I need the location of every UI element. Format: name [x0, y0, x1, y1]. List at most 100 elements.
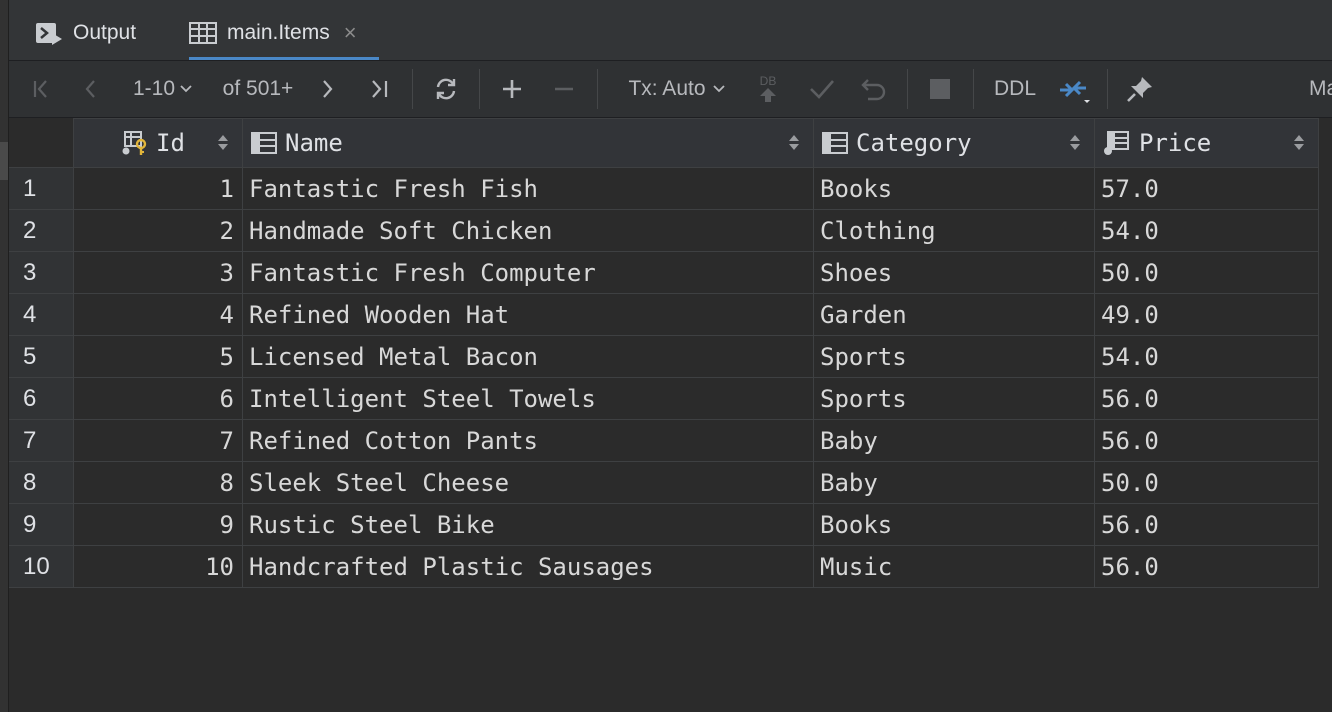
cell-price[interactable]: 56.0: [1094, 545, 1319, 588]
compare-arrows-icon[interactable]: [1057, 61, 1093, 117]
cell-price[interactable]: 50.0: [1094, 251, 1319, 294]
cell-price[interactable]: 54.0: [1094, 335, 1319, 378]
gutter-marker: [0, 142, 8, 180]
sort-icon[interactable]: [1294, 135, 1304, 150]
total-rows-label: of 501+: [222, 77, 294, 100]
cell-name[interactable]: Licensed Metal Bacon: [242, 335, 814, 378]
cell-id[interactable]: 4: [73, 293, 243, 336]
row-number[interactable]: 8: [9, 461, 74, 504]
row-number[interactable]: 1: [9, 167, 74, 210]
cell-category[interactable]: Music: [813, 545, 1095, 588]
previous-page-icon[interactable]: [79, 61, 103, 117]
cell-name[interactable]: Fantastic Fresh Computer: [242, 251, 814, 294]
add-row-icon[interactable]: [497, 61, 527, 117]
cell-name[interactable]: Handcrafted Plastic Sausages: [242, 545, 814, 588]
ddl-button[interactable]: DDL: [989, 61, 1041, 117]
table-row[interactable]: 1 1 Fantastic Fresh Fish Books 57.0: [9, 167, 1319, 210]
db-label: DB: [759, 74, 777, 88]
rollback-icon[interactable]: [859, 61, 889, 117]
cell-name[interactable]: Handmade Soft Chicken: [242, 209, 814, 252]
table-row[interactable]: 5 5 Licensed Metal Bacon Sports 54.0: [9, 335, 1319, 378]
data-toolbar: 1-10 of 501+ Tx: Auto DB DDL M: [9, 61, 1332, 118]
row-number[interactable]: 4: [9, 293, 74, 336]
cell-id[interactable]: 2: [73, 209, 243, 252]
table-row[interactable]: 10 10 Handcrafted Plastic Sausages Music…: [9, 545, 1319, 588]
cell-price[interactable]: 56.0: [1094, 503, 1319, 546]
close-icon[interactable]: ×: [344, 20, 357, 46]
column-header-price[interactable]: Price: [1094, 118, 1319, 168]
cell-name[interactable]: Sleek Steel Cheese: [242, 461, 814, 504]
cell-id[interactable]: 6: [73, 377, 243, 420]
refresh-icon[interactable]: [429, 61, 463, 117]
cell-id[interactable]: 3: [73, 251, 243, 294]
results-table: Id Name Category Price 1 1 Fantastic Fre…: [9, 118, 1319, 588]
cell-name[interactable]: Fantastic Fresh Fish: [242, 167, 814, 210]
cell-category[interactable]: Sports: [813, 377, 1095, 420]
cell-category[interactable]: Shoes: [813, 251, 1095, 294]
column-header-name[interactable]: Name: [242, 118, 814, 168]
tab-main-items[interactable]: main.Items ×: [189, 6, 379, 60]
table-row[interactable]: 6 6 Intelligent Steel Towels Sports 56.0: [9, 377, 1319, 420]
page-size-dropdown[interactable]: 1-10: [127, 61, 199, 117]
last-page-icon[interactable]: [364, 61, 394, 117]
cell-id[interactable]: 5: [73, 335, 243, 378]
sort-icon[interactable]: [218, 135, 228, 150]
cell-category[interactable]: Garden: [813, 293, 1095, 336]
row-number[interactable]: 10: [9, 545, 74, 588]
column-header-id-label: Id: [156, 129, 185, 157]
row-number[interactable]: 3: [9, 251, 74, 294]
cell-name[interactable]: Intelligent Steel Towels: [242, 377, 814, 420]
row-number[interactable]: 2: [9, 209, 74, 252]
cell-name[interactable]: Rustic Steel Bike: [242, 503, 814, 546]
cell-category[interactable]: Baby: [813, 461, 1095, 504]
delete-row-icon[interactable]: [549, 61, 579, 117]
column-icon: [822, 132, 848, 154]
sort-icon[interactable]: [789, 135, 799, 150]
table-row[interactable]: 3 3 Fantastic Fresh Computer Shoes 50.0: [9, 251, 1319, 294]
page-range-label: 1-10: [132, 77, 176, 100]
tab-output[interactable]: Output: [35, 6, 136, 60]
row-number[interactable]: 7: [9, 419, 74, 462]
chevron-down-icon: [180, 85, 192, 93]
cell-category[interactable]: Sports: [813, 335, 1095, 378]
table-row[interactable]: 2 2 Handmade Soft Chicken Clothing 54.0: [9, 209, 1319, 252]
cell-price[interactable]: 54.0: [1094, 209, 1319, 252]
table-row[interactable]: 4 4 Refined Wooden Hat Garden 49.0: [9, 293, 1319, 336]
cell-category[interactable]: Books: [813, 503, 1095, 546]
tx-mode-label: Tx: Auto: [628, 77, 706, 100]
next-page-icon[interactable]: [315, 61, 339, 117]
row-number[interactable]: 5: [9, 335, 74, 378]
cell-category[interactable]: Clothing: [813, 209, 1095, 252]
truncated-toolbar-label[interactable]: Ma: [1309, 61, 1332, 117]
column-header-name-label: Name: [285, 129, 343, 157]
cell-price[interactable]: 50.0: [1094, 461, 1319, 504]
cell-category[interactable]: Books: [813, 167, 1095, 210]
cell-id[interactable]: 8: [73, 461, 243, 504]
cell-price[interactable]: 56.0: [1094, 419, 1319, 462]
cell-price[interactable]: 56.0: [1094, 377, 1319, 420]
table-row[interactable]: 8 8 Sleek Steel Cheese Baby 50.0: [9, 461, 1319, 504]
table-row[interactable]: 9 9 Rustic Steel Bike Books 56.0: [9, 503, 1319, 546]
cell-name[interactable]: Refined Wooden Hat: [242, 293, 814, 336]
cell-category[interactable]: Baby: [813, 419, 1095, 462]
column-header-category[interactable]: Category: [813, 118, 1095, 168]
column-header-id[interactable]: Id: [73, 118, 243, 168]
sort-icon[interactable]: [1070, 135, 1080, 150]
cell-id[interactable]: 9: [73, 503, 243, 546]
submit-db-icon[interactable]: DB: [753, 61, 783, 117]
pin-icon[interactable]: [1123, 61, 1157, 117]
commit-check-icon[interactable]: [807, 61, 837, 117]
cell-name[interactable]: Refined Cotton Pants: [242, 419, 814, 462]
row-number[interactable]: 9: [9, 503, 74, 546]
transaction-mode-dropdown[interactable]: Tx: Auto: [621, 61, 733, 117]
row-number[interactable]: 6: [9, 377, 74, 420]
cell-id[interactable]: 1: [73, 167, 243, 210]
first-page-icon[interactable]: [27, 61, 57, 117]
cell-price[interactable]: 49.0: [1094, 293, 1319, 336]
cell-id[interactable]: 7: [73, 419, 243, 462]
cell-id[interactable]: 10: [73, 545, 243, 588]
stop-icon[interactable]: [925, 61, 955, 117]
column-header-price-label: Price: [1139, 129, 1212, 157]
cell-price[interactable]: 57.0: [1094, 167, 1319, 210]
table-row[interactable]: 7 7 Refined Cotton Pants Baby 56.0: [9, 419, 1319, 462]
